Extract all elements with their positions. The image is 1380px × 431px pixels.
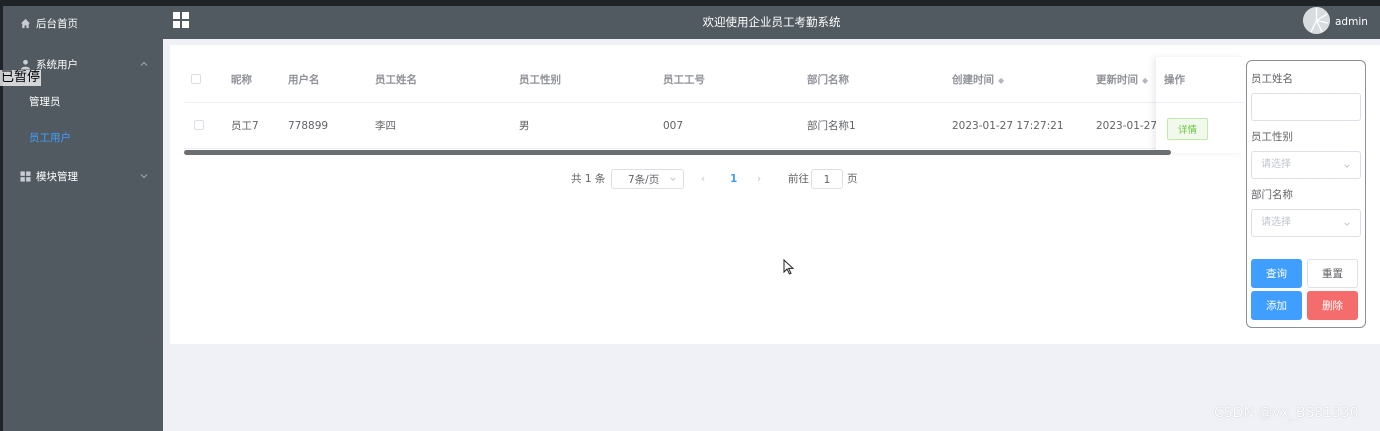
goto-page-input[interactable]: 1 <box>811 169 843 189</box>
column-header-label: 创建时间 <box>952 74 994 86</box>
grid-icon <box>19 170 31 182</box>
column-header-employee-name: 员工姓名 <box>375 74 417 86</box>
main-card: 昵称 用户名 员工姓名 员工性别 员工工号 部门名称 创建时间 ◆ 更新时间 ◆ 员… <box>170 45 1380 344</box>
sidebar-item-home[interactable]: 后台首页 <box>3 6 163 40</box>
reset-button[interactable]: 重置 <box>1307 259 1358 288</box>
page-unit-label: 页 <box>847 173 858 185</box>
prev-page-button[interactable]: ‹ <box>701 169 705 189</box>
home-icon <box>19 17 31 29</box>
cell-employee-no: 007 <box>663 120 684 132</box>
chevron-down-icon <box>1344 222 1350 226</box>
chevron-up-icon <box>140 61 148 66</box>
detail-button[interactable]: 详情 <box>1167 118 1208 140</box>
username-label[interactable]: admin <box>1335 6 1368 39</box>
column-header-employee-no: 员工工号 <box>663 74 705 86</box>
dept-select[interactable]: 请选择 <box>1251 209 1361 237</box>
sidebar-item-admin[interactable]: 管理员 <box>3 86 163 116</box>
dept-label: 部门名称 <box>1251 189 1293 201</box>
next-page-button[interactable]: › <box>757 169 761 189</box>
gender-select[interactable]: 请选择 <box>1251 151 1361 179</box>
sidebar-item-label: 员工用户 <box>29 131 71 144</box>
select-all-checkbox[interactable] <box>191 74 201 84</box>
chevron-down-icon <box>670 177 676 181</box>
sidebar-item-label: 系统用户 <box>36 58 78 71</box>
cell-employee-gender: 男 <box>519 120 530 132</box>
column-header-created-at[interactable]: 创建时间 ◆ <box>952 57 1004 103</box>
column-header-nickname: 昵称 <box>231 74 252 86</box>
sidebar-item-label: 模块管理 <box>36 170 78 183</box>
horizontal-scrollbar[interactable] <box>184 150 1171 155</box>
column-header-username: 用户名 <box>288 74 320 86</box>
column-header-label: 更新时间 <box>1096 74 1138 86</box>
table-header: 昵称 用户名 员工姓名 员工性别 员工工号 部门名称 创建时间 ◆ 更新时间 ◆ <box>184 57 1244 103</box>
page-number-current[interactable]: 1 <box>730 169 737 189</box>
cell-nickname: 员工7 <box>231 120 259 132</box>
cell-created-at: 2023-01-27 17:27:21 <box>952 120 1064 132</box>
header: 欢迎使用企业员工考勤系统 admin <box>163 6 1380 39</box>
sort-icon[interactable]: ◆ <box>1142 58 1148 104</box>
gender-placeholder: 请选择 <box>1261 159 1291 170</box>
cell-dept-name: 部门名称1 <box>807 120 856 132</box>
watermark: CSDN @vx_BS81330 <box>1214 405 1359 421</box>
cell-username: 778899 <box>288 120 329 132</box>
actions-column: 操作 详情 <box>1156 57 1244 153</box>
paused-overlay-text: 已暂停 <box>0 70 42 86</box>
dept-placeholder: 请选择 <box>1261 217 1291 228</box>
sort-icon[interactable]: ◆ <box>998 58 1004 104</box>
row-checkbox[interactable] <box>194 120 204 130</box>
sidebar-item-module-mgmt[interactable]: 模块管理 <box>3 159 163 193</box>
page-size-value: 7条/页 <box>628 174 660 186</box>
pagination-total: 共 1 条 <box>571 173 606 185</box>
table-row: 员工7 778899 李四 男 007 部门名称1 2023-01-27 17:… <box>184 103 1244 149</box>
gender-label: 员工性别 <box>1251 131 1293 143</box>
employee-name-input[interactable] <box>1251 93 1361 121</box>
page-size-select[interactable]: 7条/页 <box>611 169 684 189</box>
avatar[interactable] <box>1303 7 1330 34</box>
column-header-updated-at[interactable]: 更新时间 ◆ <box>1096 57 1148 103</box>
employee-name-label: 员工姓名 <box>1251 73 1293 85</box>
column-header-actions: 操作 <box>1164 74 1185 86</box>
mouse-cursor-icon <box>783 259 795 275</box>
query-button[interactable]: 查询 <box>1251 259 1302 288</box>
user-icon <box>19 58 31 70</box>
filter-panel: 员工姓名 员工性别 请选择 部门名称 请选择 查询 重置 添加 删除 <box>1246 60 1366 328</box>
sidebar-item-employee-users[interactable]: 员工用户 <box>3 122 163 152</box>
menu-toggle-icon[interactable] <box>173 12 189 28</box>
page-title: 欢迎使用企业员工考勤系统 <box>702 15 841 29</box>
column-header-dept-name: 部门名称 <box>807 74 849 86</box>
sidebar-item-label: 管理员 <box>29 95 61 108</box>
delete-button[interactable]: 删除 <box>1307 291 1358 320</box>
column-header-employee-gender: 员工性别 <box>519 74 561 86</box>
goto-label: 前往 <box>788 173 809 185</box>
add-button[interactable]: 添加 <box>1251 291 1302 320</box>
chevron-down-icon <box>140 174 148 179</box>
chevron-down-icon <box>1344 164 1350 168</box>
cell-employee-name: 李四 <box>375 120 396 132</box>
sidebar-item-label: 后台首页 <box>36 17 78 30</box>
